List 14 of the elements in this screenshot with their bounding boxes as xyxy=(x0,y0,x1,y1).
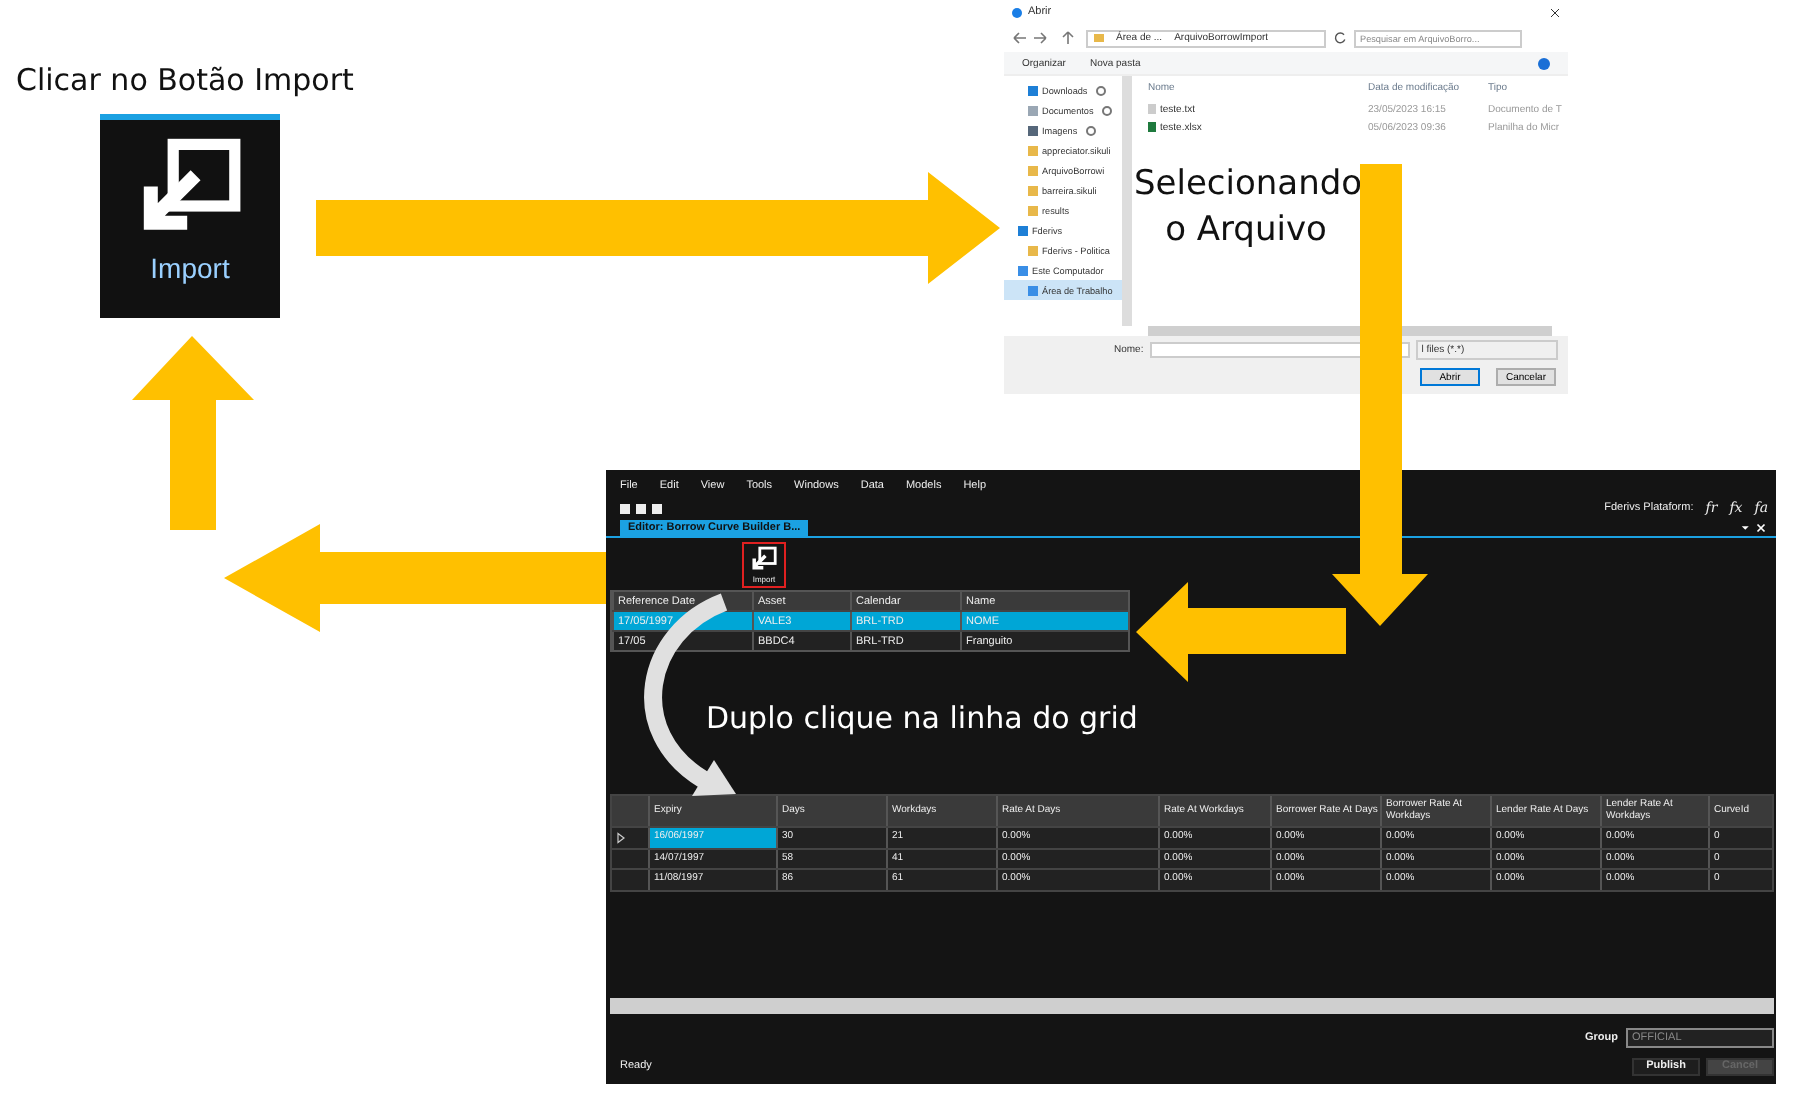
scrollbar[interactable] xyxy=(1148,326,1552,336)
close-icon[interactable] xyxy=(1550,7,1560,17)
instruction-text: Clicar no Botão Import xyxy=(16,62,354,98)
scrollbar[interactable] xyxy=(610,998,1774,1014)
import-button[interactable]: Import xyxy=(100,114,280,318)
tab-controls-icon[interactable] xyxy=(1740,522,1768,534)
instruction-text: Duplo clique na linha do grid xyxy=(706,700,1138,736)
refresh-icon[interactable] xyxy=(1332,30,1348,46)
spreadsheet-icon xyxy=(1148,122,1156,132)
file-icon xyxy=(1148,104,1156,114)
app-icon xyxy=(1012,7,1022,17)
instruction-text: Selecionando o Arquivo xyxy=(1134,162,1358,254)
import-icon xyxy=(750,545,778,573)
row-indicator-icon xyxy=(616,831,626,844)
